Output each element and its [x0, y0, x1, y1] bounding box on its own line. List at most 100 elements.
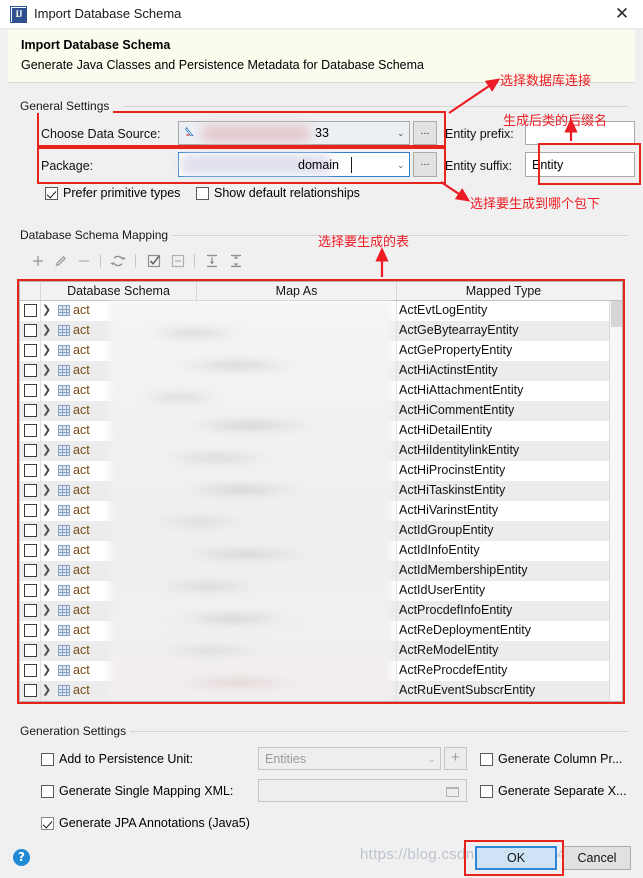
collapse-all-icon[interactable] — [228, 253, 244, 269]
row-checkbox[interactable] — [24, 424, 37, 437]
row-checkbox[interactable] — [24, 684, 37, 697]
table-vertical-scrollbar[interactable] — [609, 301, 622, 701]
row-checkbox[interactable] — [24, 444, 37, 457]
chevron-right-icon[interactable]: ❯ — [42, 684, 52, 697]
row-checkbox[interactable] — [24, 504, 37, 517]
schema-mapping-table[interactable]: Database Schema Map As Mapped Type ❯ act A… — [19, 281, 623, 702]
checkbox-box — [196, 187, 209, 200]
chevron-right-icon[interactable]: ❯ — [42, 484, 52, 497]
chevron-right-icon[interactable]: ❯ — [42, 664, 52, 677]
help-icon[interactable]: ? — [13, 849, 30, 866]
chevron-right-icon[interactable]: ❯ — [42, 644, 52, 657]
row-checkbox[interactable] — [24, 384, 37, 397]
chevron-down-icon: ⌄ — [397, 159, 405, 170]
entity-suffix-value: Entity — [532, 157, 564, 172]
entity-suffix-input[interactable]: Entity — [525, 152, 635, 177]
row-checkbox[interactable] — [24, 464, 37, 477]
cell-mapped-type: ActIdMembershipEntity — [399, 563, 528, 577]
banner-subtitle: Generate Java Classes and Persistence Me… — [21, 58, 424, 72]
table-row[interactable]: ❯ act ActHiTaskinstEntity — [20, 481, 610, 501]
table-row[interactable]: ❯ act ActProcdefInfoEntity — [20, 601, 610, 621]
row-checkbox[interactable] — [24, 484, 37, 497]
folder-icon[interactable] — [446, 787, 459, 797]
table-row[interactable]: ❯ act ActHiDetailEntity — [20, 421, 610, 441]
select-all-icon[interactable] — [146, 253, 162, 269]
column-separator — [40, 501, 41, 521]
row-checkbox[interactable] — [24, 404, 37, 417]
table-icon — [58, 625, 70, 636]
table-row[interactable]: ❯ act ActGeBytearrayEntity — [20, 321, 610, 341]
chevron-right-icon[interactable]: ❯ — [42, 344, 52, 357]
table-row[interactable]: ❯ act ActIdMembershipEntity — [20, 561, 610, 581]
table-row[interactable]: ❯ act ActReProcdefEntity — [20, 661, 610, 681]
table-row[interactable]: ❯ act ActIdUserEntity — [20, 581, 610, 601]
persistence-unit-combo[interactable]: Entities ⌄ — [258, 747, 441, 770]
chevron-right-icon[interactable]: ❯ — [42, 444, 52, 457]
row-checkbox[interactable] — [24, 544, 37, 557]
chevron-right-icon[interactable]: ❯ — [42, 504, 52, 517]
remove-icon[interactable] — [76, 253, 92, 269]
chevron-right-icon[interactable]: ❯ — [42, 324, 52, 337]
table-icon — [58, 305, 70, 316]
row-checkbox[interactable] — [24, 604, 37, 617]
table-row[interactable]: ❯ act ActRuEventSubscrEntity — [20, 681, 610, 701]
package-combo[interactable]: domain ⌄ — [178, 152, 410, 177]
chevron-right-icon[interactable]: ❯ — [42, 544, 52, 557]
chevron-right-icon[interactable]: ❯ — [42, 524, 52, 537]
cancel-button[interactable]: Cancel — [563, 846, 631, 870]
cell-database-schema: act — [73, 383, 90, 397]
chevron-right-icon[interactable]: ❯ — [42, 384, 52, 397]
row-checkbox[interactable] — [24, 344, 37, 357]
table-header-database-schema[interactable]: Database Schema — [41, 282, 197, 300]
column-separator — [40, 461, 41, 481]
chevron-right-icon[interactable]: ❯ — [42, 584, 52, 597]
mapping-xml-path-input[interactable] — [258, 779, 467, 802]
table-row[interactable]: ❯ act ActIdGroupEntity — [20, 521, 610, 541]
chevron-right-icon[interactable]: ❯ — [42, 424, 52, 437]
table-icon — [58, 445, 70, 456]
deselect-all-icon[interactable] — [170, 253, 186, 269]
table-icon — [58, 325, 70, 336]
row-checkbox[interactable] — [24, 644, 37, 657]
add-persistence-unit-button[interactable]: + — [444, 747, 467, 770]
close-icon[interactable]: ✕ — [609, 4, 635, 26]
table-header-map-as[interactable]: Map As — [197, 282, 397, 300]
table-row[interactable]: ❯ act ActHiProcinstEntity — [20, 461, 610, 481]
edit-pencil-icon[interactable] — [53, 253, 69, 269]
chevron-right-icon[interactable]: ❯ — [42, 404, 52, 417]
row-checkbox[interactable] — [24, 624, 37, 637]
chevron-right-icon[interactable]: ❯ — [42, 464, 52, 477]
ok-button[interactable]: OK — [475, 846, 557, 870]
chevron-right-icon[interactable]: ❯ — [42, 304, 52, 317]
row-checkbox[interactable] — [24, 664, 37, 677]
row-checkbox[interactable] — [24, 304, 37, 317]
table-row[interactable]: ❯ act ActReModelEntity — [20, 641, 610, 661]
chevron-right-icon[interactable]: ❯ — [42, 604, 52, 617]
data-source-browse-button[interactable]: ... — [413, 121, 437, 145]
expand-all-icon[interactable] — [204, 253, 220, 269]
row-checkbox[interactable] — [24, 364, 37, 377]
table-row[interactable]: ❯ act ActHiCommentEntity — [20, 401, 610, 421]
scrollbar-thumb[interactable] — [611, 301, 622, 327]
table-row[interactable]: ❯ act ActHiAttachmentEntity — [20, 381, 610, 401]
row-checkbox[interactable] — [24, 524, 37, 537]
table-row[interactable]: ❯ act ActEvtLogEntity — [20, 301, 610, 321]
add-icon[interactable] — [30, 253, 46, 269]
chevron-right-icon[interactable]: ❯ — [42, 564, 52, 577]
table-row[interactable]: ❯ act ActHiIdentitylinkEntity — [20, 441, 610, 461]
package-browse-button[interactable]: ... — [413, 152, 437, 177]
data-source-combo[interactable]: 33 ⌄ — [178, 121, 410, 145]
table-row[interactable]: ❯ act ActIdInfoEntity — [20, 541, 610, 561]
row-checkbox[interactable] — [24, 324, 37, 337]
chevron-right-icon[interactable]: ❯ — [42, 624, 52, 637]
table-row[interactable]: ❯ act ActReDeploymentEntity — [20, 621, 610, 641]
checkbox-label: Generate Single Mapping XML: — [59, 784, 234, 798]
table-row[interactable]: ❯ act ActHiVarinstEntity — [20, 501, 610, 521]
row-checkbox[interactable] — [24, 584, 37, 597]
table-header-mapped-type[interactable]: Mapped Type — [397, 282, 610, 300]
row-checkbox[interactable] — [24, 564, 37, 577]
table-row[interactable]: ❯ act ActGePropertyEntity — [20, 341, 610, 361]
refresh-icon[interactable] — [110, 253, 126, 269]
chevron-right-icon[interactable]: ❯ — [42, 364, 52, 377]
table-row[interactable]: ❯ act ActHiActinstEntity — [20, 361, 610, 381]
